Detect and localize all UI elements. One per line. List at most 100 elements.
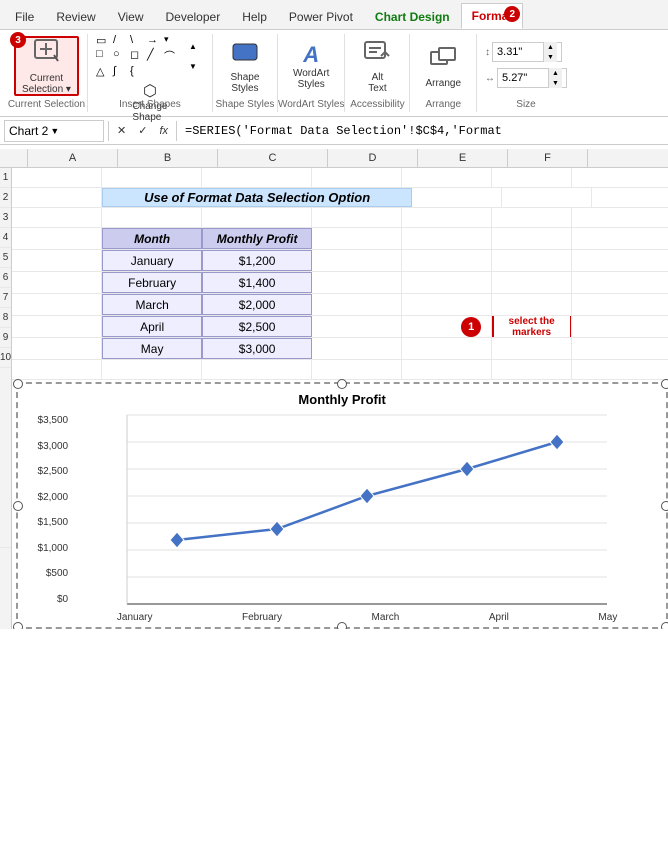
cell-d2[interactable]: [412, 188, 502, 207]
cell-e1[interactable]: [402, 168, 492, 187]
width-input[interactable]: ▲ ▼: [497, 68, 567, 88]
cell-f1[interactable]: [492, 168, 572, 187]
cell-d3[interactable]: [312, 208, 402, 227]
cell-f8[interactable]: select the markers: [492, 316, 572, 337]
cell-a1[interactable]: [12, 168, 102, 187]
alt-text-button[interactable]: Alt Text: [353, 36, 401, 96]
cell-f7[interactable]: [492, 294, 572, 315]
height-input[interactable]: ▲ ▼: [492, 42, 562, 62]
height-down[interactable]: ▼: [543, 52, 557, 62]
cell-a8[interactable]: [12, 316, 102, 337]
cell-c1[interactable]: [202, 168, 312, 187]
cell-c3[interactable]: [202, 208, 312, 227]
marker-april[interactable]: [460, 461, 474, 477]
shape-rect[interactable]: ▭: [96, 34, 112, 47]
arrange-button[interactable]: Arrange: [418, 36, 468, 96]
shape-line4[interactable]: ⌒: [164, 48, 180, 64]
cell-january[interactable]: January: [102, 250, 202, 271]
cell-a2[interactable]: [12, 188, 102, 207]
cell-may-profit[interactable]: $3,000: [202, 338, 312, 359]
marker-may[interactable]: [550, 434, 564, 450]
shape-line3[interactable]: ╱: [147, 48, 163, 64]
cell-e3[interactable]: [402, 208, 492, 227]
shape-tri[interactable]: △: [96, 65, 112, 78]
shape-rect2[interactable]: □: [96, 48, 112, 64]
cell-feb-profit[interactable]: $1,400: [202, 272, 312, 293]
height-up[interactable]: ▲: [543, 42, 557, 52]
name-box[interactable]: Chart 2 ▼: [4, 120, 104, 142]
cell-a9[interactable]: [12, 338, 102, 359]
cell-e6[interactable]: [402, 272, 492, 293]
cell-d6[interactable]: [312, 272, 402, 293]
cell-title[interactable]: Use of Format Data Selection Option: [102, 188, 412, 207]
width-up[interactable]: ▲: [548, 68, 562, 78]
marker-jan[interactable]: [170, 532, 184, 548]
wordart-styles-button[interactable]: A WordArt Styles: [286, 36, 337, 96]
shape-oval[interactable]: ○: [113, 48, 129, 64]
tab-view[interactable]: View: [107, 3, 155, 29]
height-value[interactable]: [493, 44, 543, 60]
cell-e4[interactable]: [402, 228, 492, 249]
cell-f6[interactable]: [492, 272, 572, 293]
cell-f10[interactable]: [492, 360, 572, 379]
tab-chart-design[interactable]: Chart Design: [364, 3, 461, 29]
cell-d1[interactable]: [312, 168, 402, 187]
chart-container[interactable]: Monthly Profit $3,500 $3,000 $2,500 $2,0…: [16, 382, 668, 629]
width-down[interactable]: ▼: [548, 78, 562, 88]
cell-a5[interactable]: [12, 250, 102, 271]
cell-may[interactable]: May: [102, 338, 202, 359]
cell-c10[interactable]: [202, 360, 312, 379]
cell-f9[interactable]: [492, 338, 572, 359]
cell-d10[interactable]: [312, 360, 402, 379]
marker-march[interactable]: [360, 488, 374, 504]
tab-help[interactable]: Help: [231, 3, 278, 29]
cell-f4[interactable]: [492, 228, 572, 249]
cell-f2[interactable]: [592, 188, 668, 207]
cell-d7[interactable]: [312, 294, 402, 315]
tab-file[interactable]: File: [4, 3, 45, 29]
cell-profit-header[interactable]: Monthly Profit: [202, 228, 312, 249]
cell-a4[interactable]: [12, 228, 102, 249]
cell-d5[interactable]: [312, 250, 402, 271]
cell-a7[interactable]: [12, 294, 102, 315]
shapes-more[interactable]: ▾: [164, 34, 180, 47]
cell-b1[interactable]: [102, 168, 202, 187]
name-box-arrow[interactable]: ▼: [50, 126, 59, 136]
cell-month-header[interactable]: Month: [102, 228, 202, 249]
cell-february[interactable]: February: [102, 272, 202, 293]
cell-d8[interactable]: [312, 316, 402, 337]
cell-e7[interactable]: [402, 294, 492, 315]
shapes-grid[interactable]: ▭ / \ → ▾ □ ○ ◻ ╱ ⌒ △ ∫ {: [96, 34, 180, 78]
cell-e8[interactable]: 1: [402, 316, 492, 337]
shape-styles-button[interactable]: Shape Styles: [221, 36, 269, 96]
shape-bracket[interactable]: {: [130, 65, 146, 78]
cell-b3[interactable]: [102, 208, 202, 227]
cell-march-profit[interactable]: $2,000: [202, 294, 312, 315]
tab-power-pivot[interactable]: Power Pivot: [278, 3, 364, 29]
cell-e5[interactable]: [402, 250, 492, 271]
cell-april-profit[interactable]: $2,500: [202, 316, 312, 337]
cell-d4[interactable]: [312, 228, 402, 249]
shape-line[interactable]: /: [113, 34, 129, 47]
cell-e9[interactable]: [402, 338, 492, 359]
cell-a3[interactable]: [12, 208, 102, 227]
cell-a6[interactable]: [12, 272, 102, 293]
cell-f3[interactable]: [492, 208, 572, 227]
cell-e10[interactable]: [402, 360, 492, 379]
shape-callout[interactable]: ◻: [130, 48, 146, 64]
shape-curve[interactable]: ∫: [113, 65, 129, 78]
current-selection-button[interactable]: 3 Current Selection ▾: [14, 36, 79, 96]
cell-april[interactable]: April: [102, 316, 202, 337]
tab-developer[interactable]: Developer: [155, 3, 232, 29]
cell-f5[interactable]: [492, 250, 572, 271]
cell-b10[interactable]: [102, 360, 202, 379]
shape-arrow[interactable]: →: [147, 34, 163, 47]
cell-e2[interactable]: [502, 188, 592, 207]
cell-d9[interactable]: [312, 338, 402, 359]
formula-input[interactable]: [181, 124, 664, 138]
cell-march[interactable]: March: [102, 294, 202, 315]
width-value[interactable]: [498, 70, 548, 86]
tab-format[interactable]: Format 2: [461, 3, 524, 29]
shape-line2[interactable]: \: [130, 34, 146, 47]
shapes-scroll-up[interactable]: ▲: [182, 37, 204, 55]
